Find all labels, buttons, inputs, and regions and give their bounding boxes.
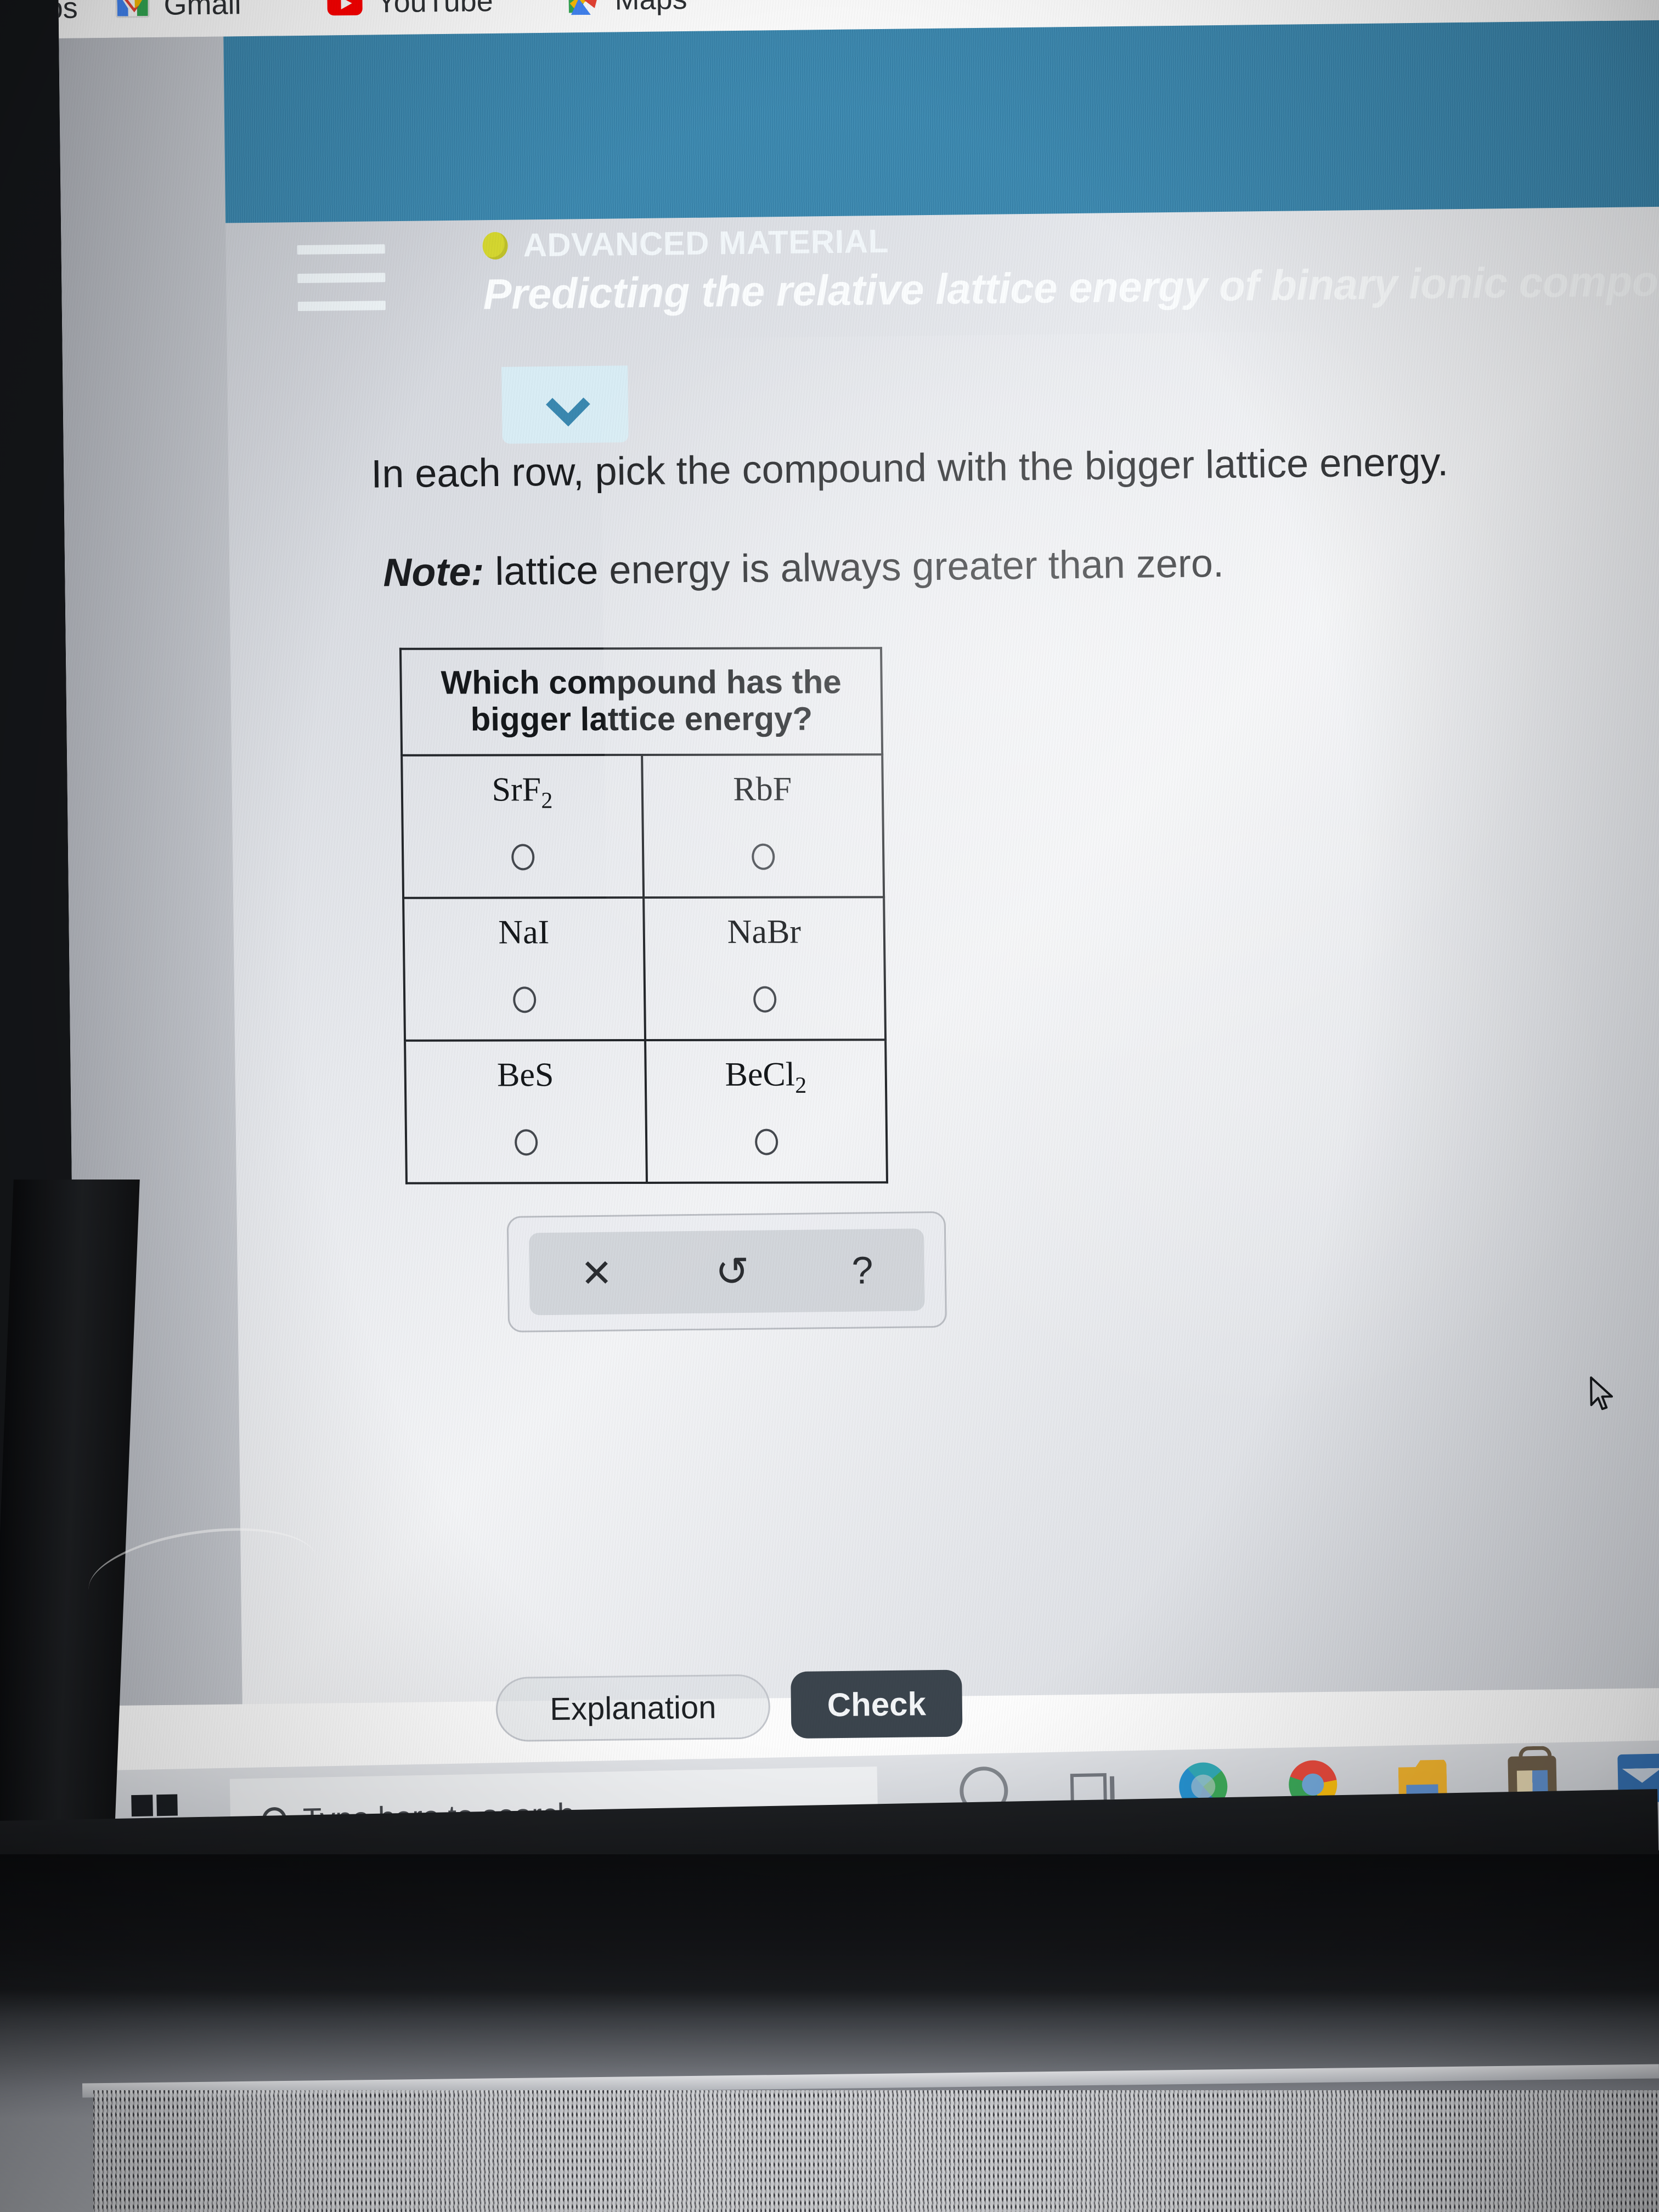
formula-nabr: NaBr	[727, 913, 802, 951]
note-rest: lattice energy is always greater than ze…	[483, 541, 1224, 594]
table-header-cell: Which compound has the bigger lattice en…	[400, 648, 883, 756]
answer-toolbar-inner: ✕ ↺ ?	[529, 1228, 925, 1316]
topic-banner	[223, 20, 1659, 223]
laptop-photo-scene: www.awn.aleks.com/alekscgi/x/Isl.exe ps …	[0, 0, 1659, 2212]
bookmark-maps[interactable]: Maps	[568, 0, 687, 17]
bookmark-apps[interactable]: ps	[58, 0, 78, 25]
formula-rbf: RbF	[733, 770, 792, 809]
gmail-icon	[115, 0, 150, 18]
answer-toolbar: ✕ ↺ ?	[506, 1211, 947, 1333]
collapse-banner-button[interactable]	[501, 365, 629, 444]
check-button[interactable]: Check	[791, 1669, 963, 1739]
page-title: Predicting the relative lattice energy o…	[483, 256, 1659, 319]
formula-becl2: BeCl2	[725, 1056, 807, 1099]
mouse-cursor-icon	[1588, 1376, 1622, 1415]
bookmark-gmail[interactable]: Gmail	[115, 0, 241, 22]
option-cell-nai[interactable]: NaI	[403, 898, 646, 1041]
formula-srf2: SrF2	[492, 771, 553, 814]
bookmark-label: YouTube	[376, 0, 494, 19]
radio-bes[interactable]	[514, 1129, 538, 1156]
formula-bes: BeS	[496, 1056, 554, 1094]
note-prefix: Note:	[382, 550, 484, 595]
option-cell-rbf[interactable]: RbF	[642, 754, 884, 898]
option-cell-srf2[interactable]: SrF2	[402, 755, 644, 899]
chevron-down-icon	[546, 385, 585, 424]
radio-becl2[interactable]	[754, 1128, 778, 1155]
option-cell-nabr[interactable]: NaBr	[644, 897, 886, 1041]
table-row: SrF2 RbF	[402, 754, 884, 899]
speaker-grille	[93, 2090, 1659, 2212]
bookmark-label: Maps	[614, 0, 687, 16]
youtube-icon	[327, 0, 363, 16]
option-cell-bes[interactable]: BeS	[405, 1040, 647, 1184]
radio-nabr[interactable]	[753, 986, 777, 1013]
advanced-material-label: ADVANCED MATERIAL	[523, 222, 889, 264]
hamburger-menu-icon[interactable]	[297, 244, 386, 312]
radio-rbf[interactable]	[751, 843, 775, 870]
table-row: NaI NaBr	[403, 897, 886, 1041]
screen-glare-secondary	[834, 733, 1659, 1456]
question-mark-icon[interactable]: ?	[851, 1249, 873, 1291]
google-maps-icon	[568, 0, 601, 16]
undo-arrow-icon[interactable]: ↺	[715, 1249, 749, 1295]
bookmark-label: Gmail	[163, 0, 241, 21]
table-row: BeS BeCl2	[405, 1040, 888, 1184]
explanation-button[interactable]: Explanation	[495, 1674, 771, 1742]
note-text: Note: lattice energy is always greater t…	[383, 541, 1224, 595]
advanced-material-dot-icon	[482, 232, 508, 259]
lattice-energy-table: Which compound has the bigger lattice en…	[399, 647, 889, 1185]
close-x-icon[interactable]: ✕	[580, 1252, 613, 1295]
formula-nai: NaI	[498, 913, 550, 951]
radio-srf2[interactable]	[511, 844, 535, 871]
radio-nai[interactable]	[512, 986, 537, 1013]
page-viewport: ADVANCED MATERIAL Predicting the relativ…	[59, 20, 1659, 1742]
bookmark-label: ps	[58, 0, 78, 25]
option-cell-becl2[interactable]: BeCl2	[645, 1040, 888, 1183]
instruction-text: In each row, pick the compound with the …	[370, 440, 1449, 496]
bookmark-youtube[interactable]: YouTube	[327, 0, 493, 20]
advanced-material-badge: ADVANCED MATERIAL	[482, 222, 889, 264]
laptop-screen: www.awn.aleks.com/alekscgi/x/Isl.exe ps …	[58, 0, 1659, 1816]
table-header-row: Which compound has the bigger lattice en…	[400, 648, 883, 756]
